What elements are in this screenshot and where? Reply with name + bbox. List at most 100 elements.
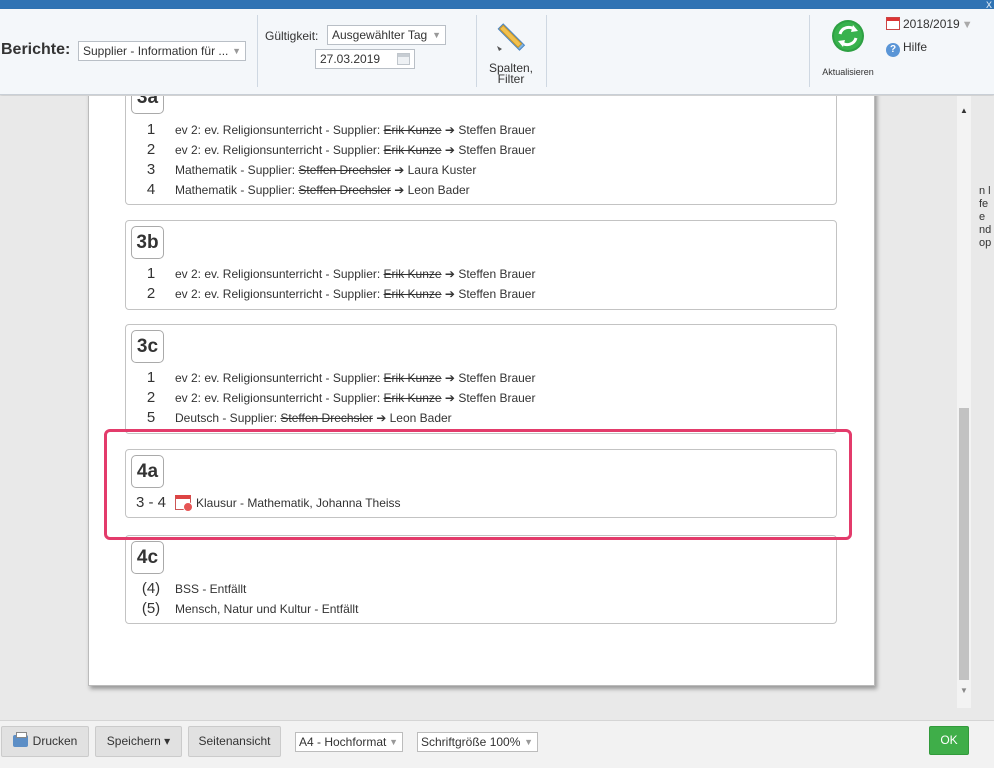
new-teacher: Steffen Brauer: [458, 267, 536, 281]
arrow-icon: ➔: [390, 163, 408, 177]
old-teacher: Erik Kunze: [383, 143, 442, 157]
row-prefix: ev 2: ev. Religionsunterricht - Supplier…: [175, 287, 384, 301]
class-block-4c: 4c (4) BSS - Entfällt (5) Mensch, Natur …: [125, 535, 837, 624]
aktualisieren-label: Aktualisieren: [822, 67, 874, 77]
new-teacher: Steffen Brauer: [458, 371, 536, 385]
calendar-icon[interactable]: [397, 53, 410, 65]
arrow-icon: ➔: [390, 183, 408, 197]
row-prefix: ev 2: ev. Religionsunterricht - Supplier…: [175, 267, 384, 281]
divider: [809, 15, 810, 87]
refresh-icon: [832, 20, 864, 52]
new-teacher: Steffen Brauer: [458, 391, 536, 405]
divider: [476, 15, 477, 87]
arrow-icon: ➔: [441, 143, 459, 157]
report-select-value: Supplier - Information für ...: [83, 44, 229, 58]
chevron-down-icon: ▼: [232, 46, 241, 56]
berichte-label: Berichte:: [1, 41, 71, 58]
class-block-3b: 3b 1 ev 2: ev. Religionsunterricht - Sup…: [125, 220, 837, 310]
period-number: 1: [146, 265, 156, 282]
footer-bar: Drucken Speichern ▾ Seitenansicht A4 - H…: [0, 720, 994, 768]
spalten-filter-label: Spalten, Filter: [488, 61, 534, 86]
period-number: 1: [146, 121, 156, 138]
speichern-label: Speichern ▾: [106, 734, 171, 748]
class-label: 3a: [131, 96, 164, 114]
chevron-down-icon: ▼: [432, 30, 441, 40]
page-format-select[interactable]: A4 - Hochformat ▼: [295, 732, 403, 752]
period-number: 4: [146, 181, 156, 198]
school-year-selector[interactable]: 2018/2019 ▼: [886, 17, 973, 31]
old-teacher: Steffen Drechsler: [298, 163, 391, 177]
highlight-annotation: [104, 429, 852, 540]
gueltigkeit-select[interactable]: Ausgewählter Tag ▼: [327, 25, 446, 45]
class-label: 3b: [131, 226, 164, 259]
arrow-icon: ➔: [441, 391, 459, 405]
report-select[interactable]: Supplier - Information für ... ▼: [78, 41, 246, 61]
old-teacher: Steffen Drechsler: [298, 183, 391, 197]
school-year-value: 2018/2019: [903, 17, 960, 31]
calendar-icon: [886, 17, 900, 30]
new-teacher: Leon Bader: [389, 411, 452, 425]
class-block-3a: 3a 1 ev 2: ev. Religionsunterricht - Sup…: [125, 96, 837, 205]
speichern-button[interactable]: Speichern ▾: [95, 726, 182, 757]
class-label: 4c: [131, 541, 164, 574]
row-prefix: ev 2: ev. Religionsunterricht - Supplier…: [175, 371, 384, 385]
printer-icon: [12, 732, 28, 747]
scroll-down-icon[interactable]: ▼: [960, 686, 968, 695]
report-page: 3a 1 ev 2: ev. Religionsunterricht - Sup…: [88, 96, 875, 686]
seitenansicht-label: Seitenansicht: [198, 734, 271, 748]
row-prefix: Deutsch - Supplier:: [175, 411, 281, 425]
chevron-down-icon: ▼: [389, 737, 398, 747]
row-text: Mensch, Natur und Kultur - Entfällt: [175, 602, 359, 616]
row-prefix: Mathematik - Supplier:: [175, 163, 299, 177]
class-block-3c: 3c 1 ev 2: ev. Religionsunterricht - Sup…: [125, 324, 837, 434]
new-teacher: Leon Bader: [407, 183, 470, 197]
arrow-icon: ➔: [441, 123, 459, 137]
arrow-icon: ➔: [441, 267, 459, 281]
new-teacher: Laura Kuster: [407, 163, 477, 177]
drucken-label: Drucken: [32, 734, 78, 748]
page-format-value: A4 - Hochformat: [299, 735, 387, 749]
period-number: 1: [146, 369, 156, 386]
report-preview-area[interactable]: 3a 1 ev 2: ev. Religionsunterricht - Sup…: [0, 96, 994, 720]
period-number: 2: [146, 141, 156, 158]
font-size-value: Schriftgröße 100%: [421, 735, 521, 749]
hilfe-link[interactable]: ? Hilfe: [886, 40, 927, 57]
old-teacher: Erik Kunze: [383, 287, 442, 301]
old-teacher: Erik Kunze: [383, 123, 442, 137]
pencil-ruler-icon: [497, 23, 526, 51]
old-teacher: Steffen Drechsler: [280, 411, 373, 425]
window-title-strip: x: [0, 0, 994, 11]
class-label: 3c: [131, 330, 164, 363]
arrow-icon: ➔: [441, 371, 459, 385]
new-teacher: Steffen Brauer: [458, 123, 536, 137]
ok-button[interactable]: OK: [929, 726, 969, 755]
period-number: 2: [146, 285, 156, 302]
font-size-select[interactable]: Schriftgröße 100% ▼: [417, 732, 538, 752]
drucken-button[interactable]: Drucken: [1, 726, 89, 757]
new-teacher: Steffen Brauer: [458, 143, 536, 157]
aktualisieren-button[interactable]: Aktualisieren: [816, 17, 880, 83]
chevron-down-icon: ▼: [524, 737, 533, 747]
old-teacher: Erik Kunze: [383, 371, 442, 385]
spalten-filter-button[interactable]: Spalten, Filter: [478, 15, 544, 87]
help-icon: ?: [886, 43, 900, 57]
period-number: 2: [146, 389, 156, 406]
row-text: BSS - Entfällt: [175, 582, 247, 596]
period-number: 5: [146, 409, 156, 426]
scroll-up-icon[interactable]: ▲: [960, 106, 968, 115]
arrow-icon: ➔: [441, 287, 459, 301]
vertical-scrollbar[interactable]: ▲ ▼: [957, 96, 971, 708]
divider: [257, 15, 258, 87]
hilfe-label: Hilfe: [903, 40, 928, 54]
row-prefix: ev 2: ev. Religionsunterricht - Supplier…: [175, 123, 384, 137]
row-prefix: Mathematik - Supplier:: [175, 183, 299, 197]
scrollbar-thumb[interactable]: [959, 408, 969, 680]
date-field[interactable]: 27.03.2019: [315, 49, 415, 69]
gueltigkeit-label: Gültigkeit:: [265, 29, 319, 43]
side-text-fragment: n l fe e nd op: [979, 185, 992, 249]
gueltigkeit-select-value: Ausgewählter Tag: [332, 28, 428, 42]
arrow-icon: ➔: [372, 411, 390, 425]
divider: [546, 15, 547, 87]
seitenansicht-button[interactable]: Seitenansicht: [188, 726, 281, 757]
report-toolbar: Berichte: Supplier - Information für ...…: [0, 9, 994, 95]
